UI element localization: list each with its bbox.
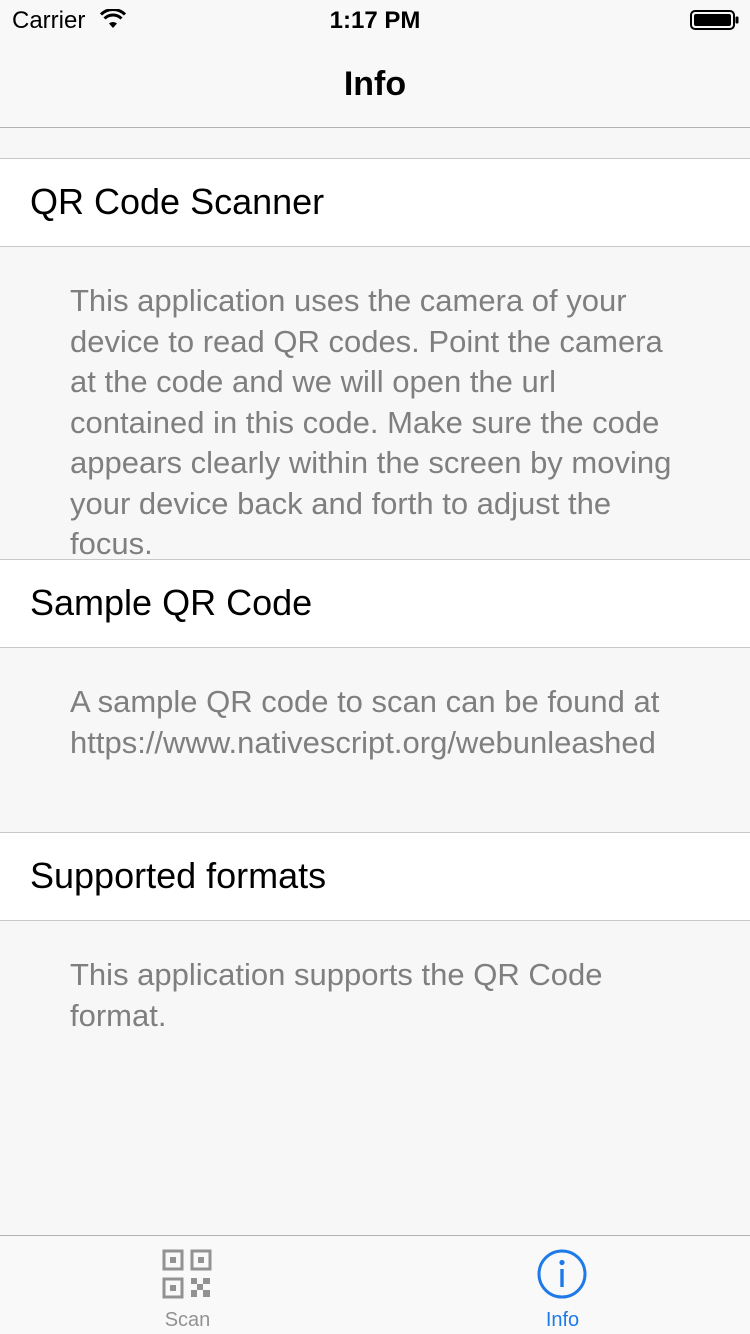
section-header-sample-qr: Sample QR Code: [0, 559, 750, 648]
status-time: 1:17 PM: [329, 7, 421, 34]
tab-bar: Scan Info: [0, 1235, 750, 1334]
info-content[interactable]: QR Code Scanner This application uses th…: [0, 128, 750, 1235]
navigation-bar: Info: [0, 40, 750, 128]
info-icon: [537, 1249, 587, 1299]
tab-info-label: Info: [545, 1309, 580, 1331]
section-header-qr-scanner: QR Code Scanner: [0, 158, 750, 247]
tab-scan-label: Scan: [164, 1309, 211, 1331]
top-spacer: [0, 128, 750, 158]
section-body-qr-scanner: This application uses the camera of your…: [70, 283, 672, 561]
battery-icon: [690, 10, 739, 30]
section-body-sample-qr: A sample QR code to scan can be found at…: [70, 684, 660, 760]
qr-code-icon: [162, 1249, 212, 1299]
status-bar: Carrier 1:17 PM: [0, 0, 750, 40]
section-body-supported-formats: This application supports the QR Code fo…: [70, 957, 603, 1033]
page-title: Info: [343, 65, 407, 103]
section-header-supported-formats: Supported formats: [0, 832, 750, 921]
tab-info[interactable]: Info: [375, 1236, 750, 1334]
tab-scan[interactable]: Scan: [0, 1236, 375, 1334]
